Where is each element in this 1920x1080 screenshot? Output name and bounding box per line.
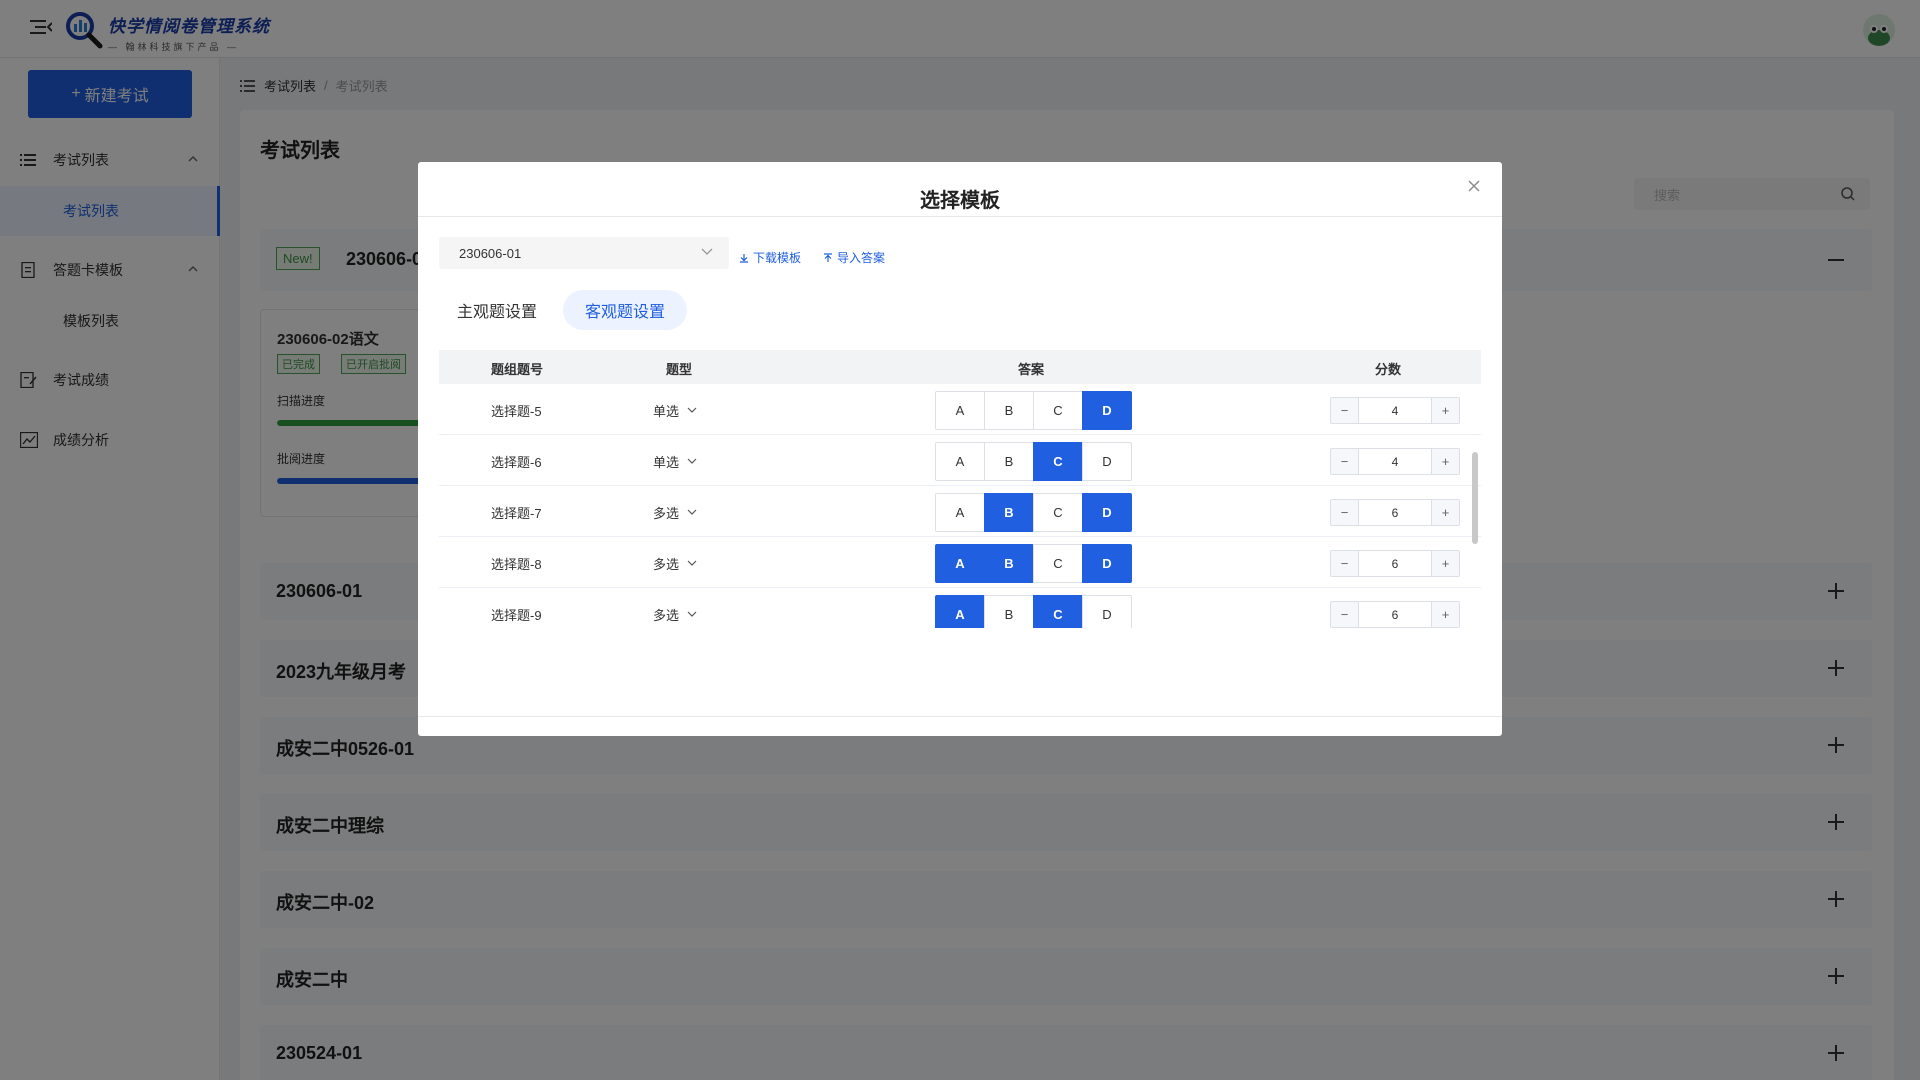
score-value[interactable]: 6	[1359, 551, 1431, 576]
column-header-type: 题型	[666, 362, 693, 377]
chevron-down-icon	[687, 407, 697, 413]
dialog-footer-divider	[418, 716, 1502, 717]
question-number: 选择题-6	[491, 455, 542, 470]
template-select[interactable]: 230606-01	[439, 237, 729, 269]
answer-option-b[interactable]: B	[984, 442, 1034, 481]
answer-option-c[interactable]: C	[1033, 493, 1083, 532]
column-header-qno: 题组题号	[491, 362, 544, 377]
score-stepper: −4 +	[1330, 448, 1460, 475]
answer-option-a[interactable]: A	[935, 391, 985, 430]
answer-option-a[interactable]: A	[935, 442, 985, 481]
answer-options: ABCD	[935, 544, 1132, 583]
score-stepper: −6 +	[1330, 601, 1460, 628]
answer-option-b[interactable]: B	[984, 595, 1034, 628]
download-icon	[740, 253, 748, 263]
chevron-down-icon	[701, 248, 713, 255]
import-answer-link[interactable]: 导入答案	[823, 249, 885, 266]
close-icon[interactable]	[1466, 178, 1482, 194]
score-stepper: −6 +	[1330, 499, 1460, 526]
answer-options: ABCD	[935, 493, 1132, 532]
select-template-dialog: 选择模板 230606-01 下载模板 导入答案 主观题设置 客观题设置 题组题…	[418, 162, 1502, 736]
import-answer-label: 导入答案	[837, 251, 886, 265]
answer-option-c[interactable]: C	[1033, 595, 1083, 628]
dialog-title: 选择模板	[920, 190, 1000, 212]
answer-options: ABCD	[935, 595, 1132, 628]
column-header-answer: 答案	[1018, 362, 1045, 377]
question-type-select[interactable]: 单选	[653, 401, 697, 420]
score-stepper: −6 +	[1330, 550, 1460, 577]
answer-options: ABCD	[935, 442, 1132, 481]
chevron-down-icon	[687, 560, 697, 566]
answer-option-c[interactable]: C	[1033, 544, 1083, 583]
answer-option-c[interactable]: C	[1033, 442, 1083, 481]
answer-option-a[interactable]: A	[935, 493, 985, 532]
table-header: 题组题号 题型 答案 分数	[439, 350, 1481, 384]
dialog-divider	[418, 216, 1502, 217]
question-type-value: 多选	[653, 506, 680, 521]
chevron-down-icon	[687, 509, 697, 515]
table-row: 选择题-6 单选 A B C D −4 +	[439, 435, 1481, 486]
increment-button[interactable]: +	[1431, 449, 1459, 474]
answer-option-d[interactable]: D	[1082, 442, 1132, 481]
answer-option-b[interactable]: B	[984, 493, 1034, 532]
answer-option-a[interactable]: A	[935, 595, 985, 628]
table-body: 选择题-5 单选 A B C D −4 + 选择题-6 单选 A B C D −4 + 选择题-7 多选 A B C D −…	[439, 384, 1481, 628]
tab-objective[interactable]: 客观题设置	[563, 290, 687, 330]
table-row: 选择题-5 单选 A B C D −4 +	[439, 384, 1481, 435]
question-number: 选择题-5	[491, 404, 542, 419]
answer-options: ABCD	[935, 391, 1132, 430]
table-row: 选择题-7 多选 A B C D −6 +	[439, 486, 1481, 537]
question-type-select[interactable]: 单选	[653, 452, 697, 471]
question-type-select[interactable]: 多选	[653, 605, 697, 624]
score-stepper: −4 +	[1330, 397, 1460, 424]
table-row: 选择题-9 多选 A B C D −6 +	[439, 588, 1481, 628]
increment-button[interactable]: +	[1431, 398, 1459, 423]
answer-option-d[interactable]: D	[1082, 493, 1132, 532]
answer-option-d[interactable]: D	[1082, 391, 1132, 430]
download-template-label: 下载模板	[753, 251, 802, 265]
score-value[interactable]: 6	[1359, 500, 1431, 525]
answer-option-d[interactable]: D	[1082, 544, 1132, 583]
question-number: 选择题-7	[491, 506, 542, 521]
question-type-value: 多选	[653, 557, 680, 572]
question-number: 选择题-8	[491, 557, 542, 572]
chevron-down-icon	[687, 458, 697, 464]
score-value[interactable]: 6	[1359, 602, 1431, 627]
answer-option-c[interactable]: C	[1033, 391, 1083, 430]
question-type-value: 单选	[653, 455, 680, 470]
increment-button[interactable]: +	[1431, 602, 1459, 627]
upload-icon	[824, 252, 832, 262]
answer-option-b[interactable]: B	[984, 391, 1034, 430]
answer-option-d[interactable]: D	[1082, 595, 1132, 628]
decrement-button[interactable]: −	[1331, 602, 1359, 627]
question-type-value: 单选	[653, 404, 680, 419]
score-value[interactable]: 4	[1359, 449, 1431, 474]
decrement-button[interactable]: −	[1331, 449, 1359, 474]
decrement-button[interactable]: −	[1331, 398, 1359, 423]
score-value[interactable]: 4	[1359, 398, 1431, 423]
increment-button[interactable]: +	[1431, 500, 1459, 525]
table-row: 选择题-8 多选 A B C D −6 +	[439, 537, 1481, 588]
answer-option-a[interactable]: A	[935, 544, 985, 583]
question-type-select[interactable]: 多选	[653, 554, 697, 573]
column-header-score: 分数	[1375, 362, 1402, 377]
question-number: 选择题-9	[491, 608, 542, 623]
template-select-value: 230606-01	[459, 245, 522, 261]
chevron-down-icon	[687, 611, 697, 617]
table-scrollbar[interactable]	[1472, 452, 1478, 544]
decrement-button[interactable]: −	[1331, 551, 1359, 576]
download-template-link[interactable]: 下载模板	[739, 249, 801, 266]
tab-subjective[interactable]: 主观题设置	[439, 290, 555, 330]
increment-button[interactable]: +	[1431, 551, 1459, 576]
answer-option-b[interactable]: B	[984, 544, 1034, 583]
question-type-value: 多选	[653, 608, 680, 623]
question-type-select[interactable]: 多选	[653, 503, 697, 522]
decrement-button[interactable]: −	[1331, 500, 1359, 525]
